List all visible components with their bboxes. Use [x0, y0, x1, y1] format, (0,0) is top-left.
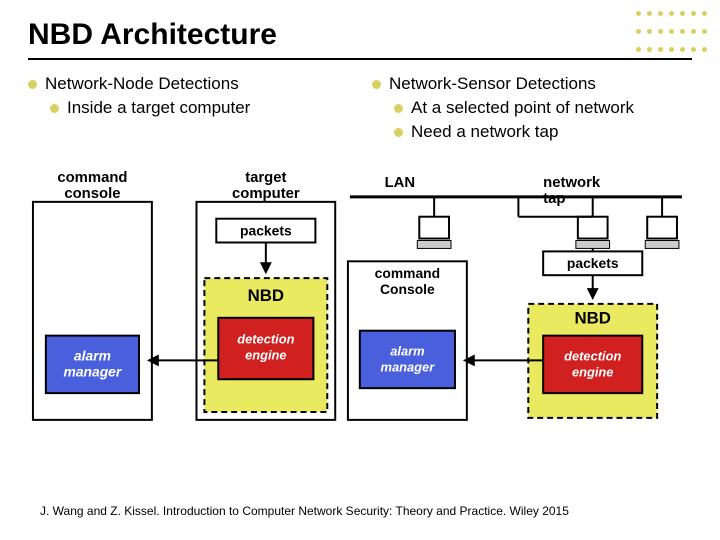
- label-nbd-left: NBD: [248, 286, 284, 305]
- label-lan: LAN: [385, 175, 416, 191]
- diagram-left: commandconsole alarmmanager targetcomput…: [28, 156, 340, 436]
- credit-line: J. Wang and Z. Kissel. Introduction to C…: [40, 504, 569, 518]
- right-sub1: At a selected point of network: [394, 98, 692, 118]
- computer-icon: [417, 197, 451, 249]
- label-detection-engine-left: detectionengine: [237, 332, 294, 363]
- label-target-computer: targetcomputer: [232, 170, 300, 202]
- label-command-console: commandconsole: [57, 170, 127, 202]
- diagram-right: LAN networktap command: [340, 156, 692, 436]
- label-command-Console-right: commandConsole: [375, 265, 440, 297]
- computer-icon: [645, 197, 679, 249]
- page-title: NBD Architecture: [28, 18, 692, 52]
- decorative-dots: [633, 6, 710, 60]
- label-packets-left: packets: [240, 223, 292, 239]
- label-nbd-right: NBD: [575, 309, 611, 328]
- left-heading: Network-Node Detections: [28, 74, 348, 94]
- computer-icon: [576, 197, 610, 249]
- title-underline: [28, 58, 692, 60]
- label-detection-engine-right: detectionengine: [564, 348, 621, 379]
- right-sub2: Need a network tap: [394, 122, 692, 142]
- left-sub1: Inside a target computer: [50, 98, 348, 118]
- right-heading: Network-Sensor Detections: [372, 74, 692, 94]
- label-packets-right: packets: [567, 255, 619, 271]
